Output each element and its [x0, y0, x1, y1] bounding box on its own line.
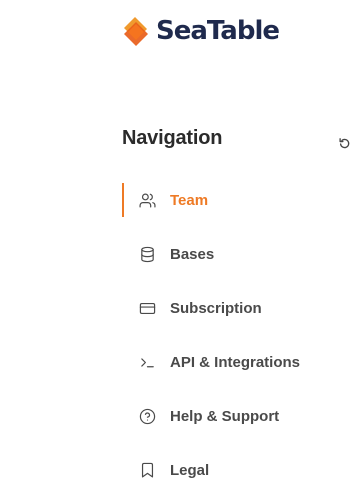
nav-item-subscription[interactable]: Subscription: [122, 290, 357, 344]
nav-item-bases[interactable]: Bases: [122, 236, 357, 290]
help-circle-icon: [139, 408, 156, 425]
terminal-icon: [141, 358, 154, 368]
active-indicator: [122, 183, 124, 217]
nav-item-help-support[interactable]: Help & Support: [122, 398, 357, 452]
database-icon: [141, 246, 154, 263]
nav-item-label: Legal: [170, 462, 210, 479]
nav-item-label: Bases: [170, 246, 215, 263]
credit-card-icon: [139, 302, 156, 315]
nav-item-team[interactable]: Team: [122, 182, 357, 236]
bookmark-icon: [141, 462, 154, 478]
seatable-logo[interactable]: SeaTable: [121, 13, 280, 49]
users-icon: [139, 193, 156, 208]
nav-item-label: API & Integrations: [170, 354, 301, 371]
navigation-title: Navigation: [122, 127, 223, 149]
nav-item-label: Help & Support: [170, 408, 280, 425]
refresh-icon[interactable]: [338, 137, 351, 150]
nav-item-label: Team: [170, 192, 209, 209]
nav-item-api-integrations[interactable]: API & Integrations: [122, 344, 357, 398]
nav-item-legal[interactable]: Legal: [122, 452, 357, 497]
seatable-logo-icon: [124, 17, 148, 46]
nav-item-label: Subscription: [170, 300, 262, 317]
logo-wordmark: SeaTable: [156, 16, 280, 46]
navigation-menu: Team Bases Subscription API & Integratio…: [122, 182, 357, 497]
